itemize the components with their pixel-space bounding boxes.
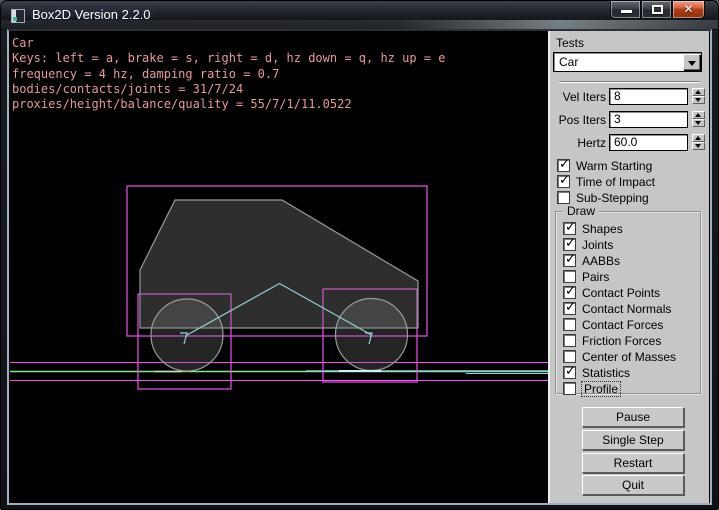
vel-iters-label: Vel Iters xyxy=(563,90,606,104)
app-window: Box2D Version 2.2.0 ✕ Car Keys: left = a… xyxy=(0,0,719,510)
title-bar[interactable]: Box2D Version 2.2.0 ✕ xyxy=(1,1,718,30)
window-title: Box2D Version 2.2.0 xyxy=(32,1,151,30)
checkbox-box: ✓ xyxy=(563,302,576,315)
control-panel: Tests Car Vel Iters 8 Pos Iters 3 xyxy=(548,31,709,503)
checkbox-box: ✓ xyxy=(563,366,576,379)
checkbox-label: Statistics xyxy=(582,366,630,380)
check-icon: ✓ xyxy=(565,300,576,315)
pos-iters-stepper xyxy=(692,111,705,128)
single-step-button[interactable]: Single Step xyxy=(582,430,684,450)
arrow-down-icon xyxy=(695,144,701,148)
pause-button[interactable]: Pause xyxy=(582,407,684,427)
pos-iters-label: Pos Iters xyxy=(559,113,606,127)
checkbox-box: ✓ xyxy=(563,222,576,235)
simulation-canvas[interactable]: Car Keys: left = a, brake = s, right = d… xyxy=(9,31,548,503)
minimize-button[interactable] xyxy=(610,1,641,19)
hertz-up-button[interactable] xyxy=(692,134,705,142)
caption-button-group: ✕ xyxy=(610,1,705,20)
restart-button[interactable]: Restart xyxy=(582,453,684,473)
checkbox-label: Contact Normals xyxy=(582,302,671,316)
vel-iters-up-button[interactable] xyxy=(692,88,705,96)
separator xyxy=(559,81,700,83)
check-icon: ✓ xyxy=(559,157,570,172)
hertz-stepper xyxy=(692,134,705,151)
check-icon: ✓ xyxy=(559,173,570,188)
arrow-up-icon xyxy=(695,90,701,94)
vel-iters-down-button[interactable] xyxy=(692,96,705,104)
checkbox-label: Joints xyxy=(582,238,613,252)
tests-label: Tests xyxy=(556,36,584,50)
pos-iters-row: Pos Iters 3 xyxy=(550,111,711,129)
checkbox-label: Warm Starting xyxy=(576,159,652,173)
checkbox-label: AABBs xyxy=(582,254,620,268)
vel-iters-stepper xyxy=(692,88,705,105)
close-button[interactable]: ✕ xyxy=(672,1,705,19)
arrow-down-icon xyxy=(695,98,701,102)
hertz-down-button[interactable] xyxy=(692,142,705,150)
checkbox-label: Contact Forces xyxy=(582,318,663,332)
check-icon: ✓ xyxy=(565,364,576,379)
hertz-label: Hertz xyxy=(577,136,606,150)
checkbox-label: Center of Masses xyxy=(582,350,676,364)
test-select-dropdown[interactable]: Car xyxy=(553,52,702,72)
vel-iters-input[interactable]: 8 xyxy=(609,88,688,105)
checkbox-label: Profile xyxy=(582,382,620,396)
check-icon: ✓ xyxy=(565,220,576,235)
test-select-value: Car xyxy=(559,55,578,69)
checkbox-box xyxy=(563,270,576,283)
checkbox-box: ✓ xyxy=(557,159,570,172)
close-icon: ✕ xyxy=(673,2,704,16)
pos-iters-up-button[interactable] xyxy=(692,111,705,119)
quit-button[interactable]: Quit xyxy=(582,475,684,495)
minimize-icon xyxy=(621,10,632,13)
checkbox-box: ✓ xyxy=(563,286,576,299)
checkbox-box xyxy=(563,334,576,347)
checkbox-box: ✓ xyxy=(563,254,576,267)
check-icon: ✓ xyxy=(565,252,576,267)
checkbox-box xyxy=(563,318,576,331)
checkbox-box xyxy=(557,191,570,204)
arrow-up-icon xyxy=(695,136,701,140)
screenshot-root: Box2D Version 2.2.0 ✕ Car Keys: left = a… xyxy=(0,0,719,510)
checkbox-label: Contact Points xyxy=(582,286,660,300)
hertz-row: Hertz 60.0 xyxy=(550,134,711,152)
check-icon: ✓ xyxy=(565,284,576,299)
app-icon xyxy=(11,9,25,23)
dropdown-arrow-button[interactable] xyxy=(683,54,700,70)
checkbox-label: Sub-Stepping xyxy=(576,191,649,205)
checkbox-box: ✓ xyxy=(557,175,570,188)
debug-draw-scene xyxy=(9,31,548,503)
maximize-button[interactable] xyxy=(641,1,672,19)
draw-group-title: Draw xyxy=(563,205,599,218)
arrow-up-icon xyxy=(695,113,701,117)
pos-iters-down-button[interactable] xyxy=(692,119,705,127)
hertz-input[interactable]: 60.0 xyxy=(609,134,688,151)
checkbox-box xyxy=(563,382,576,395)
arrow-down-icon xyxy=(695,121,701,125)
checkbox-box: ✓ xyxy=(563,238,576,251)
checkbox-label: Time of Impact xyxy=(576,175,655,189)
vel-iters-row: Vel Iters 8 xyxy=(550,88,711,106)
checkbox-label: Shapes xyxy=(582,222,623,236)
maximize-icon xyxy=(652,5,663,14)
checkbox-label: Pairs xyxy=(582,270,609,284)
chevron-down-icon xyxy=(688,61,696,66)
check-icon: ✓ xyxy=(565,236,576,251)
pos-iters-input[interactable]: 3 xyxy=(609,111,688,128)
checkbox-box xyxy=(563,350,576,363)
checkbox-label: Friction Forces xyxy=(582,334,661,348)
